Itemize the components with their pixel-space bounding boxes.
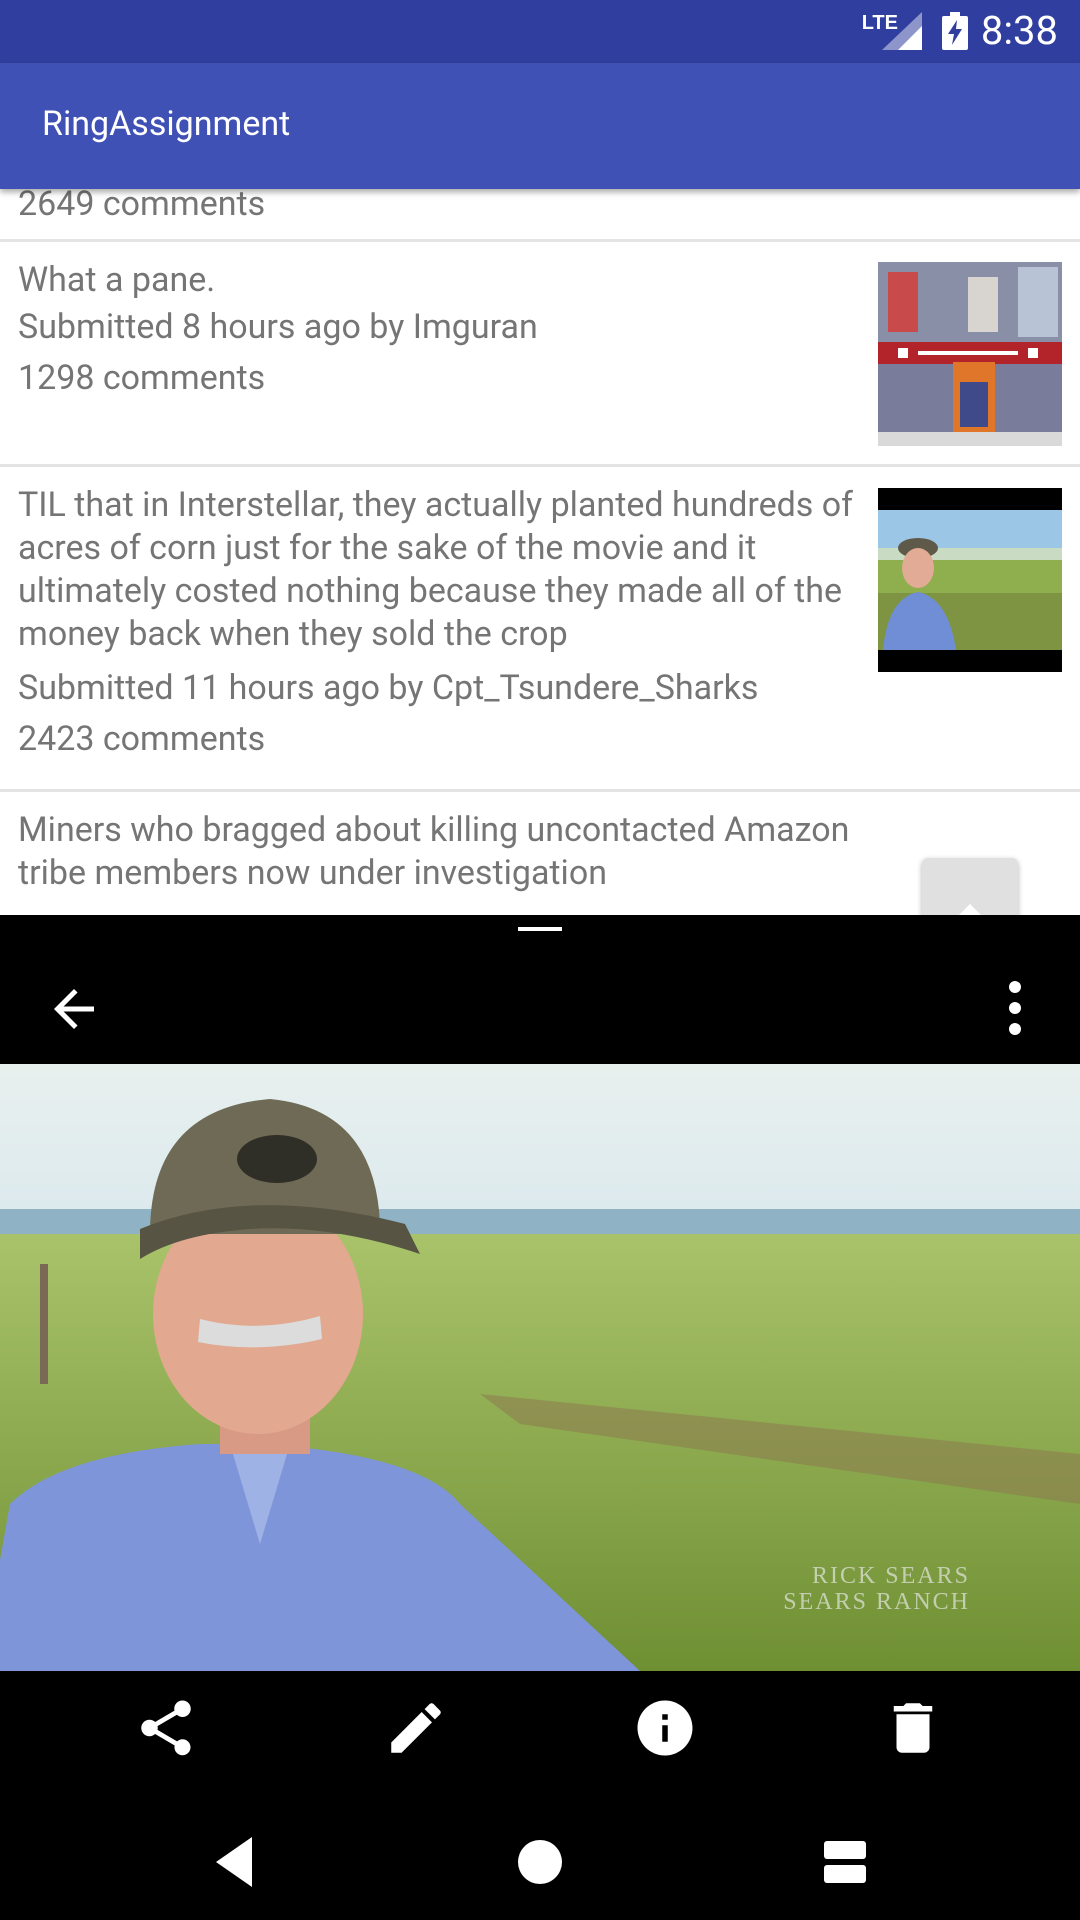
nav-back-icon[interactable] (200, 1827, 270, 1897)
item-text: What a pane. Submitted 8 hours ago by Im… (18, 259, 873, 404)
thumbnail[interactable] (878, 262, 1062, 446)
list-item[interactable]: TIL that in Interstellar, they actually … (0, 467, 1080, 792)
list-item[interactable]: 2649 comments (0, 189, 1080, 242)
drag-handle[interactable] (518, 927, 562, 931)
battery-charging-icon (942, 12, 968, 50)
signal-icon (882, 12, 922, 50)
thumbnail-image (878, 488, 1062, 672)
photo-caption: RICK SEARS SEARS RANCH (783, 1563, 970, 1615)
thumbnail-image (878, 262, 1062, 446)
item-comments: 1298 comments (18, 358, 266, 398)
share-icon[interactable] (133, 1695, 199, 1761)
item-meta: Submitted 11 hours ago by Cpt_Tsundere_S… (18, 668, 759, 708)
delete-icon[interactable] (880, 1695, 946, 1761)
info-icon[interactable] (632, 1695, 698, 1761)
item-text: Miners who bragged about killing unconta… (18, 809, 873, 895)
back-arrow-icon[interactable] (44, 979, 104, 1039)
status-bar: LTE 8:38 (0, 0, 1080, 63)
status-time: 8:38 (980, 7, 1058, 54)
item-text: TIL that in Interstellar, they actually … (18, 484, 873, 765)
list-item[interactable]: Miners who bragged about killing unconta… (0, 792, 1080, 915)
caption-place: SEARS RANCH (783, 1589, 970, 1615)
full-image[interactable]: RICK SEARS SEARS RANCH (0, 1064, 1080, 1671)
post-feed[interactable]: 2649 comments What a pane. Submitted 8 h… (0, 189, 1080, 915)
item-title: What a pane. (18, 260, 216, 300)
overflow-menu-icon[interactable] (990, 975, 1040, 1041)
item-title: TIL that in Interstellar, they actually … (18, 485, 853, 654)
item-title: Miners who bragged about killing unconta… (18, 810, 850, 893)
nav-recents-icon[interactable] (810, 1827, 880, 1897)
item-text: 2649 comments (18, 189, 873, 230)
thumbnail[interactable] (878, 488, 1062, 672)
scroll-to-top-button[interactable] (922, 858, 1018, 915)
image-viewer: RICK SEARS SEARS RANCH (0, 915, 1080, 1920)
app-bar: RingAssignment (0, 63, 1080, 189)
item-comments: 2649 comments (18, 189, 266, 224)
app-title: RingAssignment (42, 104, 291, 144)
edit-icon[interactable] (383, 1695, 449, 1761)
item-meta: Submitted 8 hours ago by Imguran (18, 307, 538, 347)
nav-home-icon[interactable] (505, 1827, 575, 1897)
chevron-up-icon (959, 904, 981, 915)
list-item[interactable]: What a pane. Submitted 8 hours ago by Im… (0, 242, 1080, 467)
item-comments: 2423 comments (18, 719, 266, 759)
caption-name: RICK SEARS (811, 1563, 970, 1589)
